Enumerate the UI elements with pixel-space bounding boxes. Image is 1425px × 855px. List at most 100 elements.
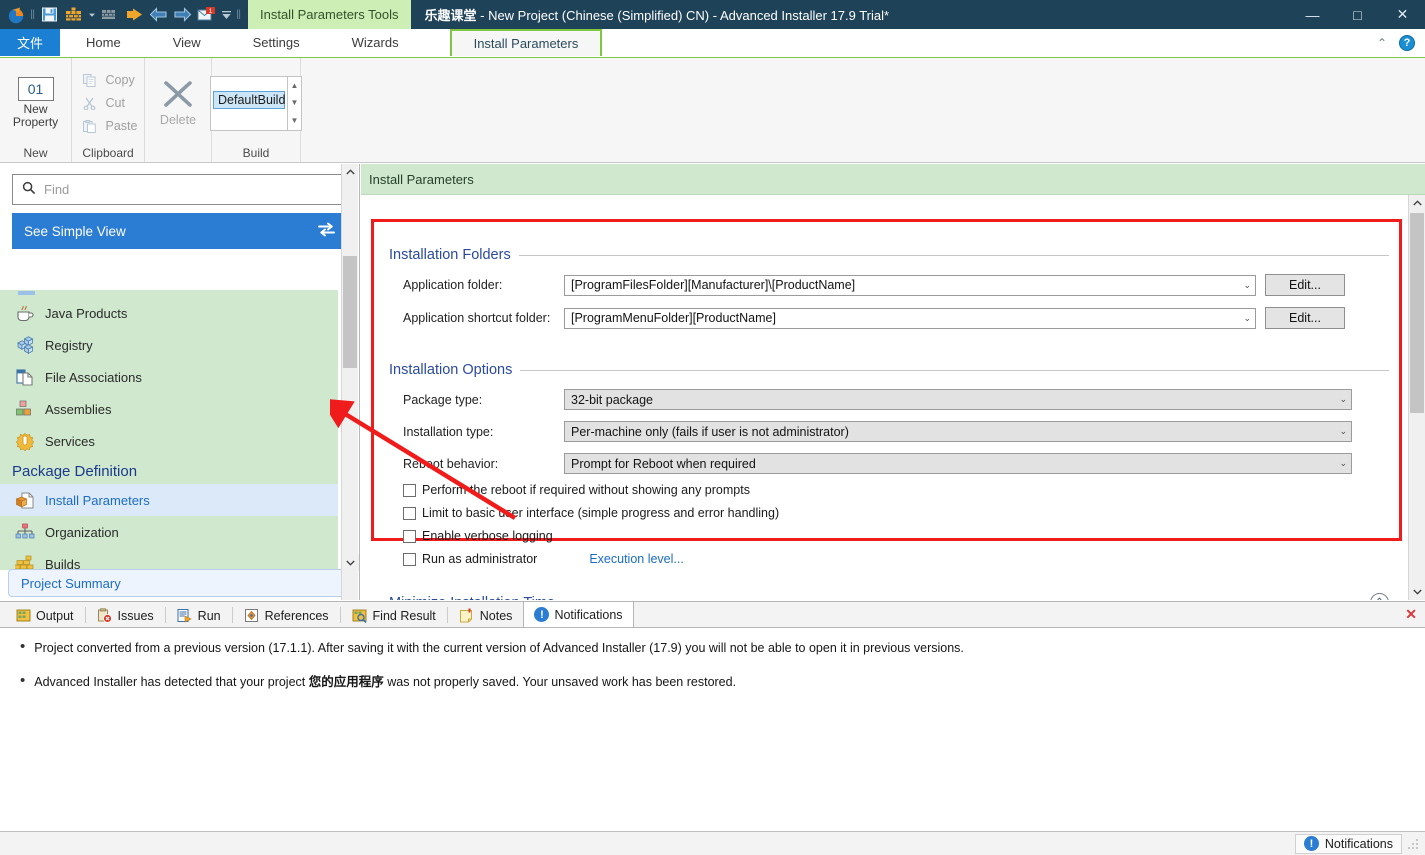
search-box[interactable]: [12, 174, 347, 205]
build-all-icon[interactable]: [99, 4, 121, 26]
see-simple-view-button[interactable]: See Simple View: [12, 213, 347, 249]
sidebar-scroll-down-icon[interactable]: [342, 554, 359, 571]
run-icon[interactable]: [123, 4, 145, 26]
sidebar-scroll-up-icon[interactable]: [342, 164, 358, 181]
application-shortcut-folder-combo[interactable]: [ProgramMenuFolder][ProductName] ⌄: [564, 307, 1256, 329]
search-input[interactable]: [42, 181, 337, 198]
tab-home[interactable]: Home: [60, 29, 147, 56]
status-bar: ! Notifications: [0, 831, 1425, 855]
close-button[interactable]: ✕: [1380, 0, 1425, 29]
build-icon[interactable]: [62, 4, 84, 26]
file-associations-icon: [14, 366, 36, 388]
sidebar-item-registry[interactable]: Registry: [0, 329, 338, 361]
build-scroll-up-icon[interactable]: ▲: [291, 81, 299, 90]
sidebar-item-services[interactable]: Services: [0, 425, 338, 457]
mail-icon[interactable]: 1: [195, 4, 217, 26]
tab-settings[interactable]: Settings: [227, 29, 326, 56]
chevron-down-icon[interactable]: ⌄: [1237, 280, 1251, 291]
application-folder-combo[interactable]: [ProgramFilesFolder][Manufacturer]\[Prod…: [564, 274, 1256, 296]
section-header: Minimize Installation Time ⌃: [389, 593, 1389, 600]
project-summary-button[interactable]: Project Summary: [8, 569, 352, 597]
chevron-down-icon[interactable]: ⌄: [1333, 394, 1347, 405]
installation-type-combo[interactable]: Per-machine only (fails if user is not a…: [564, 421, 1352, 442]
main-panel-scrollbar[interactable]: [1408, 195, 1425, 600]
application-folder-edit-button[interactable]: Edit...: [1265, 274, 1345, 296]
qat-overflow-icon[interactable]: [219, 4, 233, 26]
build-dropdown-icon[interactable]: [86, 4, 97, 26]
sidebar-item-install-parameters[interactable]: Install Parameters: [0, 484, 338, 516]
application-shortcut-folder-edit-button[interactable]: Edit...: [1265, 307, 1345, 329]
window-title: 乐趣课堂 - New Project (Chinese (Simplified)…: [425, 5, 890, 24]
forward-icon[interactable]: [171, 4, 193, 26]
checkbox-row-run-as-administrator[interactable]: Run as administrator Execution level...: [389, 552, 1389, 566]
ribbon-collapse-icon[interactable]: ⌃: [1373, 36, 1391, 50]
verbose-logging-checkbox[interactable]: [403, 529, 416, 543]
dock-tab-notifications[interactable]: ! Notifications: [523, 601, 634, 627]
see-simple-view-label: See Simple View: [24, 223, 126, 239]
ribbon: 01 New Property New Copy Cut Paste Clipb…: [0, 57, 1425, 163]
sidebar-item-java-products[interactable]: Java Products: [0, 297, 338, 329]
dock-tab-find-result[interactable]: Find Result: [341, 603, 447, 627]
checkbox-row-basic-ui[interactable]: Limit to basic user interface (simple pr…: [389, 506, 1389, 520]
sidebar: See Simple View J: [0, 164, 360, 600]
dock-tab-output[interactable]: Output: [4, 603, 85, 627]
run-as-administrator-label: Run as administrator: [422, 552, 538, 566]
help-icon[interactable]: ?: [1399, 34, 1415, 51]
tab-install-parameters[interactable]: Install Parameters: [449, 29, 603, 56]
installation-type-value: Per-machine only (fails if user is not a…: [571, 424, 849, 439]
reboot-behavior-combo[interactable]: Prompt for Reboot when required ⌄: [564, 453, 1352, 474]
dock-tab-run[interactable]: Run: [166, 603, 232, 627]
install-parameters-icon: [14, 489, 36, 511]
dock-tab-references[interactable]: References: [233, 603, 340, 627]
field-package-type: Package type: 32-bit package ⌄: [389, 389, 1389, 410]
dock-tab-issues[interactable]: Issues: [86, 603, 165, 627]
new-property-icon: 01: [17, 77, 54, 101]
execution-level-link[interactable]: Execution level...: [589, 552, 684, 566]
sidebar-scrollbar-thumb[interactable]: [343, 256, 357, 368]
back-icon[interactable]: [147, 4, 169, 26]
chevron-down-icon[interactable]: ⌄: [1237, 313, 1251, 324]
checkbox-row-perform-reboot[interactable]: Perform the reboot if required without s…: [389, 483, 1389, 497]
basic-ui-checkbox[interactable]: [403, 506, 416, 520]
notification-text: Advanced Installer has detected that you…: [34, 674, 736, 690]
sidebar-item-assemblies[interactable]: Assemblies: [0, 393, 338, 425]
tab-file[interactable]: 文件: [0, 29, 60, 56]
sidebar-item-organization[interactable]: Organization: [0, 516, 338, 548]
dock-close-button[interactable]: ✕: [1405, 606, 1417, 623]
perform-reboot-checkbox[interactable]: [403, 483, 416, 497]
chevron-down-icon[interactable]: ⌄: [1333, 458, 1347, 469]
main-scroll-down-icon[interactable]: [1409, 583, 1425, 600]
section-collapse-icon[interactable]: ⌃: [1370, 593, 1389, 600]
paste-button[interactable]: Paste: [76, 116, 141, 137]
tab-wizards[interactable]: Wizards: [326, 29, 425, 56]
sidebar-item-builds[interactable]: Builds: [0, 548, 338, 570]
build-list[interactable]: DefaultBuild: [210, 75, 288, 131]
main-scroll-up-icon[interactable]: [1409, 195, 1425, 212]
build-scroll-down-icon[interactable]: ▼: [291, 98, 299, 107]
chevron-down-icon[interactable]: ⌄: [1333, 426, 1347, 437]
copy-button[interactable]: Copy: [76, 70, 141, 91]
sidebar-scrollbar[interactable]: [341, 164, 359, 600]
build-scroll-end-icon[interactable]: ▼: [291, 116, 299, 125]
sidebar-item-file-associations[interactable]: File Associations: [0, 361, 338, 393]
main-scrollbar-thumb[interactable]: [1410, 213, 1424, 413]
build-selector[interactable]: DefaultBuild ▲ ▼ ▼: [210, 75, 302, 131]
resize-grip-icon[interactable]: [1408, 837, 1422, 851]
delete-button[interactable]: Delete: [147, 79, 209, 127]
build-list-item-defaultbuild[interactable]: DefaultBuild: [213, 90, 285, 109]
notification-text: Project converted from a previous versio…: [34, 641, 964, 655]
tab-view[interactable]: View: [147, 29, 227, 56]
app-logo-icon[interactable]: [5, 4, 27, 26]
dock-tab-label: Output: [36, 608, 74, 623]
dock-tab-notes[interactable]: Notes: [448, 603, 524, 627]
maximize-button[interactable]: □: [1335, 0, 1380, 29]
package-type-combo[interactable]: 32-bit package ⌄: [564, 389, 1352, 410]
status-notifications-chip[interactable]: ! Notifications: [1294, 833, 1402, 854]
checkbox-row-verbose-logging[interactable]: Enable verbose logging: [389, 529, 1389, 543]
run-as-administrator-checkbox[interactable]: [403, 552, 416, 566]
save-icon[interactable]: [38, 4, 60, 26]
build-list-scrollbar[interactable]: ▲ ▼ ▼: [288, 75, 302, 131]
mail-badge-count: 1: [208, 8, 212, 15]
cut-button[interactable]: Cut: [76, 93, 141, 114]
minimize-button[interactable]: —: [1290, 0, 1335, 29]
